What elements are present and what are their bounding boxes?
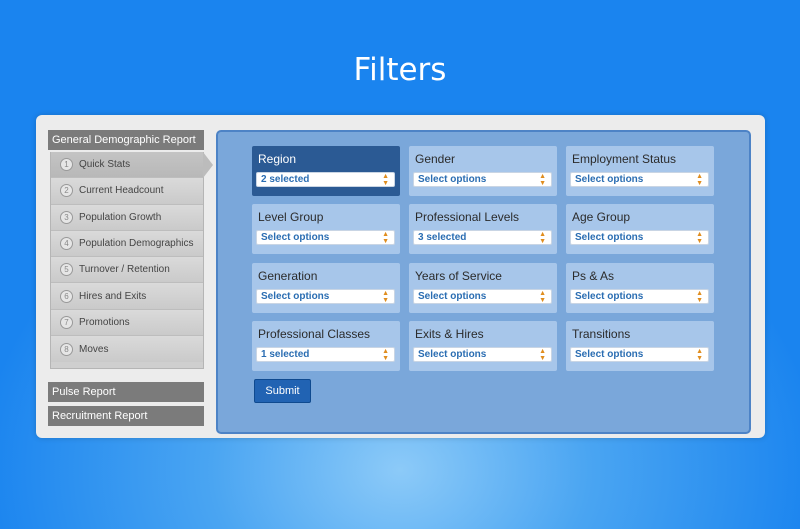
ps-and-as-select[interactable]: Select options ▲ ▼ <box>570 289 709 304</box>
sidebar-item-label: Population Growth <box>79 211 162 223</box>
exits-and-hires-select[interactable]: Select options ▲ ▼ <box>413 347 552 362</box>
select-arrows-icon: ▲ ▼ <box>696 172 703 187</box>
filter-label: Transitions <box>572 327 631 341</box>
filters-area: Region 2 selected ▲ ▼ Gender Select option… <box>216 130 751 434</box>
sidebar-item-label: Hires and Exits <box>79 290 147 302</box>
page-title: Filters <box>353 52 447 88</box>
sidebar-item-promotions[interactable]: 7 Promotions <box>51 309 203 337</box>
filter-label: Generation <box>258 269 318 283</box>
select-arrows-icon: ▲ ▼ <box>382 172 389 187</box>
select-arrows-icon: ▲ ▼ <box>696 230 703 245</box>
select-arrows-icon: ▲ ▼ <box>382 230 389 245</box>
step-number-badge: 2 <box>60 184 73 198</box>
step-number-badge: 5 <box>60 263 73 277</box>
sidebar-item-label: Turnover / Retention <box>79 264 170 276</box>
sidebar-item-current-headcount[interactable]: 2 Current Headcount <box>51 178 203 205</box>
transitions-select[interactable]: Select options ▲ ▼ <box>570 347 709 362</box>
select-arrows-icon: ▲ ▼ <box>382 347 389 362</box>
filter-label: Age Group <box>572 210 631 224</box>
region-select[interactable]: 2 selected ▲ ▼ <box>256 172 395 187</box>
sidebar-item-population-demographics[interactable]: 4 Population Demographics <box>51 230 203 258</box>
filter-age-group: Age Group Select options ▲ ▼ <box>566 204 714 254</box>
sidebar-pulse-report[interactable]: Pulse Report <box>48 382 204 402</box>
filter-employment-status: Employment Status Select options ▲ ▼ <box>566 146 714 196</box>
filter-label: Professional Levels <box>415 210 520 224</box>
filter-label: Exits & Hires <box>415 327 484 341</box>
sidebar-report-list: 1 Quick Stats 2 Current Headcount 3 Popu… <box>50 152 213 369</box>
sidebar-item-label: Quick Stats <box>79 159 131 171</box>
filter-label: Professional Classes <box>258 327 371 341</box>
select-arrows-icon: ▲ ▼ <box>539 230 546 245</box>
step-number-badge: 4 <box>60 237 73 251</box>
sidebar-item-label: Current Headcount <box>79 185 164 197</box>
years-of-service-select[interactable]: Select options ▲ ▼ <box>413 289 552 304</box>
step-number-badge: 1 <box>60 158 73 172</box>
step-number-badge: 8 <box>60 342 73 356</box>
level-group-select[interactable]: Select options ▲ ▼ <box>256 230 395 245</box>
sidebar-item-population-growth[interactable]: 3 Population Growth <box>51 204 203 231</box>
filter-label: Ps & As <box>572 269 615 283</box>
sidebar-general-demographic-report[interactable]: General Demographic Report <box>48 130 204 150</box>
select-arrows-icon: ▲ ▼ <box>539 289 546 304</box>
filter-transitions: Transitions Select options ▲ ▼ <box>566 321 714 371</box>
professional-levels-select[interactable]: 3 selected ▲ ▼ <box>413 230 552 245</box>
generation-select[interactable]: Select options ▲ ▼ <box>256 289 395 304</box>
gender-select[interactable]: Select options ▲ ▼ <box>413 172 552 187</box>
sidebar-item-label: Promotions <box>79 316 130 328</box>
filter-years-of-service: Years of Service Select options ▲ ▼ <box>409 263 557 313</box>
filter-region: Region 2 selected ▲ ▼ <box>252 146 400 196</box>
select-arrows-icon: ▲ ▼ <box>539 172 546 187</box>
select-arrows-icon: ▲ ▼ <box>696 289 703 304</box>
filter-level-group: Level Group Select options ▲ ▼ <box>252 204 400 254</box>
filter-label: Years of Service <box>415 269 502 283</box>
sidebar-item-quick-stats[interactable]: 1 Quick Stats <box>51 152 213 179</box>
report-panel: General Demographic Report 1 Quick Stats… <box>36 115 765 438</box>
filter-exits-and-hires: Exits & Hires Select options ▲ ▼ <box>409 321 557 371</box>
filter-ps-and-as: Ps & As Select options ▲ ▼ <box>566 263 714 313</box>
age-group-select[interactable]: Select options ▲ ▼ <box>570 230 709 245</box>
filter-professional-classes: Professional Classes 1 selected ▲ ▼ <box>252 321 400 371</box>
filter-gender: Gender Select options ▲ ▼ <box>409 146 557 196</box>
sidebar-item-moves[interactable]: 8 Moves <box>51 336 203 363</box>
step-number-badge: 7 <box>60 315 73 329</box>
select-arrows-icon: ▲ ▼ <box>539 347 546 362</box>
sidebar-recruitment-report[interactable]: Recruitment Report <box>48 406 204 426</box>
filter-professional-levels: Professional Levels 3 selected ▲ ▼ <box>409 204 557 254</box>
submit-button[interactable]: Submit <box>254 379 311 403</box>
step-number-badge: 6 <box>60 289 73 303</box>
filter-label: Region <box>258 152 297 166</box>
filter-label: Employment Status <box>572 152 677 166</box>
sidebar-item-label: Moves <box>79 343 109 355</box>
sidebar-item-turnover-retention[interactable]: 5 Turnover / Retention <box>51 257 203 284</box>
sidebar-item-hires-and-exits[interactable]: 6 Hires and Exits <box>51 283 203 310</box>
select-arrows-icon: ▲ ▼ <box>696 347 703 362</box>
filter-generation: Generation Select options ▲ ▼ <box>252 263 400 313</box>
select-arrows-icon: ▲ ▼ <box>382 289 389 304</box>
sidebar-item-label: Population Demographics <box>79 238 194 250</box>
employment-status-select[interactable]: Select options ▲ ▼ <box>570 172 709 187</box>
step-number-badge: 3 <box>60 210 73 224</box>
filter-label: Gender <box>415 152 456 166</box>
professional-classes-select[interactable]: 1 selected ▲ ▼ <box>256 347 395 362</box>
filter-label: Level Group <box>258 210 324 224</box>
